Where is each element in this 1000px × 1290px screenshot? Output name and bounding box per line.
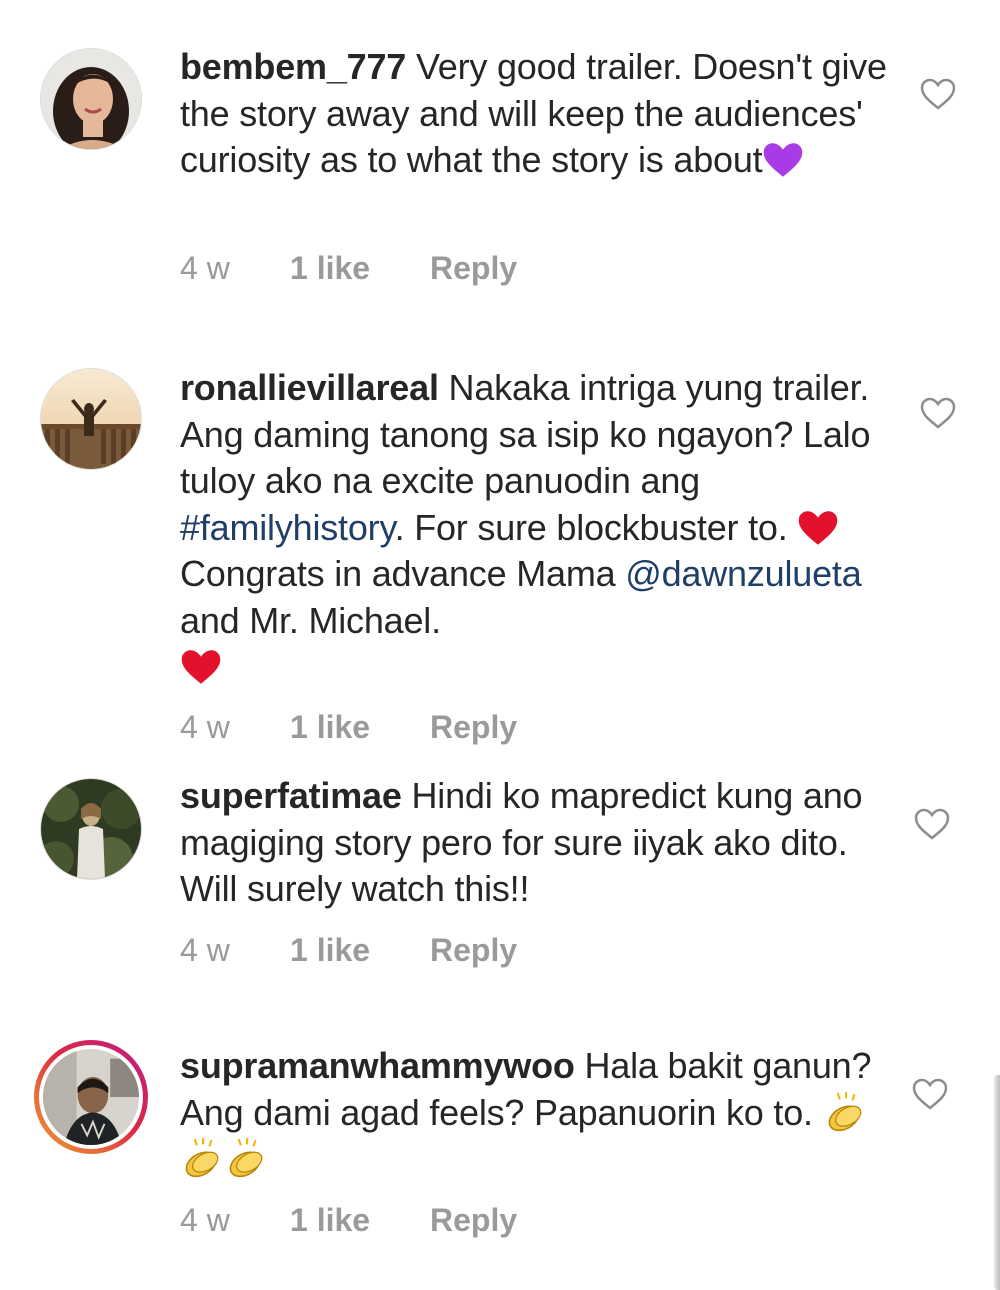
comment-body: . For sure blockbuster to. — [394, 506, 798, 548]
clapping-hands-icon — [828, 1091, 862, 1131]
reply-button[interactable]: Reply — [430, 709, 517, 746]
comment-text: bembem_777 Very good trailer. Doesn't gi… — [180, 44, 900, 184]
red-heart-icon — [181, 650, 221, 684]
avatar-photo — [43, 1049, 139, 1145]
comment-meta: 4 w 1 like Reply — [180, 1202, 517, 1239]
comment-likes[interactable]: 1 like — [290, 709, 430, 746]
hashtag-link[interactable]: #familyhistory — [180, 507, 395, 548]
comment-likes[interactable]: 1 like — [290, 1202, 430, 1239]
comment-time: 4 w — [180, 932, 230, 968]
comment-time: 4 w — [180, 1202, 230, 1238]
comment-username[interactable]: ronallievillareal — [180, 367, 439, 408]
comment-meta: 4 w 1 like Reply — [180, 932, 517, 969]
purple-heart-icon — [764, 143, 803, 177]
comment-body: Congrats in advance Mama — [180, 553, 626, 594]
avatar-photo — [41, 779, 141, 879]
avatar-with-story-ring[interactable] — [34, 1040, 148, 1154]
comment-username[interactable]: superfatimae — [180, 775, 402, 816]
reply-button[interactable]: Reply — [430, 932, 517, 969]
avatar-photo — [41, 49, 141, 149]
scrollbar-edge[interactable] — [994, 1075, 1000, 1290]
reply-button[interactable]: Reply — [430, 1202, 517, 1239]
heart-outline-icon[interactable] — [914, 808, 950, 840]
comment-meta: 4 w 1 like Reply — [180, 250, 517, 287]
heart-outline-icon[interactable] — [912, 1078, 948, 1110]
comment-time: 4 w — [180, 250, 230, 286]
comment-likes[interactable]: 1 like — [290, 932, 430, 969]
comment-text: ronallievillareal Nakaka intriga yung tr… — [180, 365, 900, 691]
comment-body: and Mr. Michael. — [180, 599, 441, 641]
heart-outline-icon[interactable] — [920, 397, 956, 429]
avatar[interactable] — [40, 48, 142, 150]
red-heart-icon — [799, 510, 838, 545]
comment-time: 4 w — [180, 709, 230, 745]
comment-username[interactable]: supramanwhammywoo — [180, 1045, 575, 1086]
comment-text: superfatimae Hindi ko mapredict kung ano… — [180, 773, 900, 913]
comment-username[interactable]: bembem_777 — [180, 46, 406, 87]
comment-meta: 4 w 1 like Reply — [180, 709, 517, 746]
comment-likes[interactable]: 1 like — [290, 250, 430, 287]
story-ring-gap — [39, 1045, 143, 1149]
heart-outline-icon[interactable] — [920, 78, 956, 110]
avatar[interactable] — [40, 368, 142, 470]
comment-text: supramanwhammywoo Hala bakit ganun? Ang … — [180, 1043, 900, 1183]
avatar-photo — [41, 369, 141, 469]
avatar[interactable] — [40, 778, 142, 880]
mention-link[interactable]: @dawnzulueta — [625, 553, 861, 594]
clapping-hands-icon — [185, 1138, 219, 1178]
reply-button[interactable]: Reply — [430, 250, 517, 287]
clapping-hands-icon — [229, 1138, 263, 1178]
